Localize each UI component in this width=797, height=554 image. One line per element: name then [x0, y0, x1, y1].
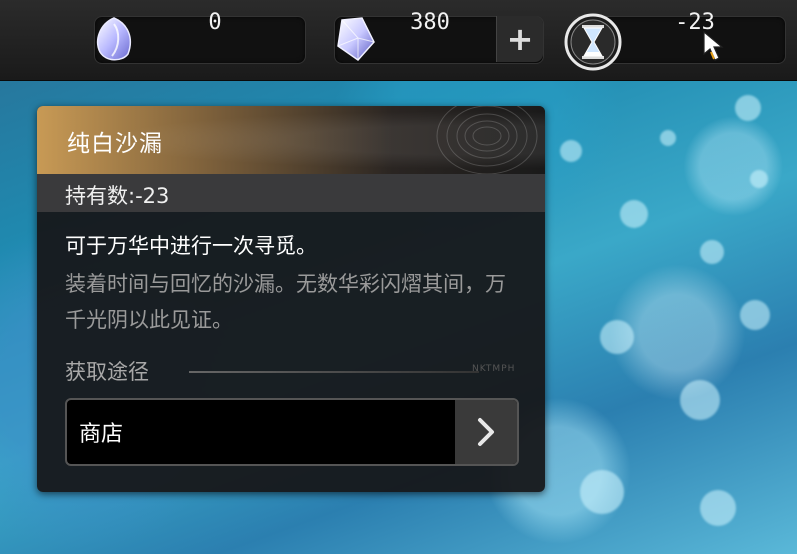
- shop-source-button[interactable]: 商店: [65, 398, 519, 466]
- hourglass-icon: [563, 12, 623, 76]
- item-title: 纯白沙漏: [67, 131, 163, 157]
- bokeh-light: [700, 490, 736, 526]
- bokeh-light: [680, 380, 720, 420]
- currency-leaf-value: 0: [208, 10, 222, 35]
- item-description: 可于万华中进行一次寻觅。: [65, 234, 317, 258]
- currency-hourglass-value: -23: [675, 10, 715, 35]
- crystal-gem-icon: [328, 12, 380, 68]
- bokeh-light: [740, 300, 770, 330]
- bokeh-light: [600, 320, 634, 354]
- owned-count-row: 持有数:-23: [37, 174, 545, 212]
- pointer-cursor-icon: [702, 30, 724, 68]
- currency-gem-value: 380: [410, 10, 450, 35]
- divider: [189, 371, 479, 373]
- bokeh-light: [700, 240, 724, 264]
- marble-pattern-icon: [436, 106, 538, 174]
- acquisition-label: 获取途径: [65, 360, 149, 384]
- bokeh-light: [735, 95, 761, 121]
- shop-source-label: 商店: [79, 422, 124, 447]
- item-detail-panel: 纯白沙漏 持有数:-23 可于万华中进行一次寻觅。 装着时间与回忆的沙漏。无数华…: [37, 106, 545, 492]
- decorative-text: NKTMPH: [472, 364, 516, 374]
- owned-count: 持有数:-23: [65, 184, 170, 208]
- bokeh-light: [560, 140, 582, 162]
- bokeh-light: [580, 470, 624, 514]
- add-gem-button[interactable]: +: [496, 16, 543, 62]
- chevron-right-icon: [455, 400, 517, 464]
- bokeh-light: [750, 170, 768, 188]
- item-flavor-text: 装着时间与回忆的沙漏。无数华彩闪熠其间，万千光阴以此见证。: [65, 272, 506, 332]
- crystal-leaf-icon: [88, 14, 140, 70]
- currency-bar: 0 380 + -23: [0, 0, 797, 81]
- bokeh-light: [660, 130, 676, 146]
- item-header: 纯白沙漏: [37, 106, 545, 174]
- bokeh-light: [620, 200, 648, 228]
